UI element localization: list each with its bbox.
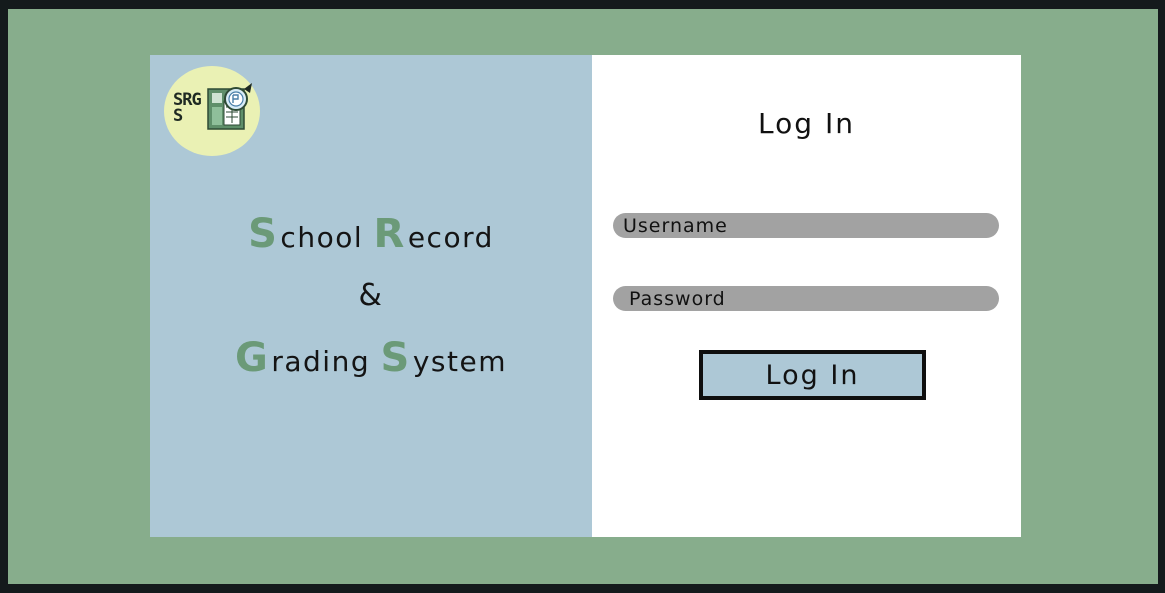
- logo-text: SRGS: [173, 90, 202, 126]
- password-input[interactable]: [613, 286, 999, 311]
- app-title: School Record & Grading System: [150, 203, 592, 389]
- title-initial: S: [248, 211, 279, 257]
- branding-panel: SRGS School Record & Grading System: [150, 55, 592, 537]
- title-word: chool: [280, 221, 374, 254]
- title-word: ystem: [412, 345, 507, 378]
- title-word: rading: [271, 345, 381, 378]
- title-initial: S: [380, 335, 411, 381]
- app-title-line-1: School Record: [150, 203, 592, 265]
- login-form-panel: Log In Log In: [592, 55, 1021, 537]
- title-initial: G: [235, 335, 270, 381]
- school-records-icon: [207, 83, 252, 130]
- login-heading: Log In: [758, 107, 855, 140]
- page-background: SRGS School Record & Grading System Log …: [8, 9, 1158, 584]
- app-title-line-3: Grading System: [150, 327, 592, 389]
- title-initial: R: [373, 211, 406, 257]
- login-card: SRGS School Record & Grading System Log …: [150, 55, 1021, 537]
- username-input[interactable]: [613, 213, 999, 238]
- login-button[interactable]: Log In: [699, 350, 926, 400]
- app-title-ampersand: &: [358, 278, 384, 313]
- title-word: ecord: [407, 221, 494, 254]
- app-logo: SRGS: [164, 66, 260, 156]
